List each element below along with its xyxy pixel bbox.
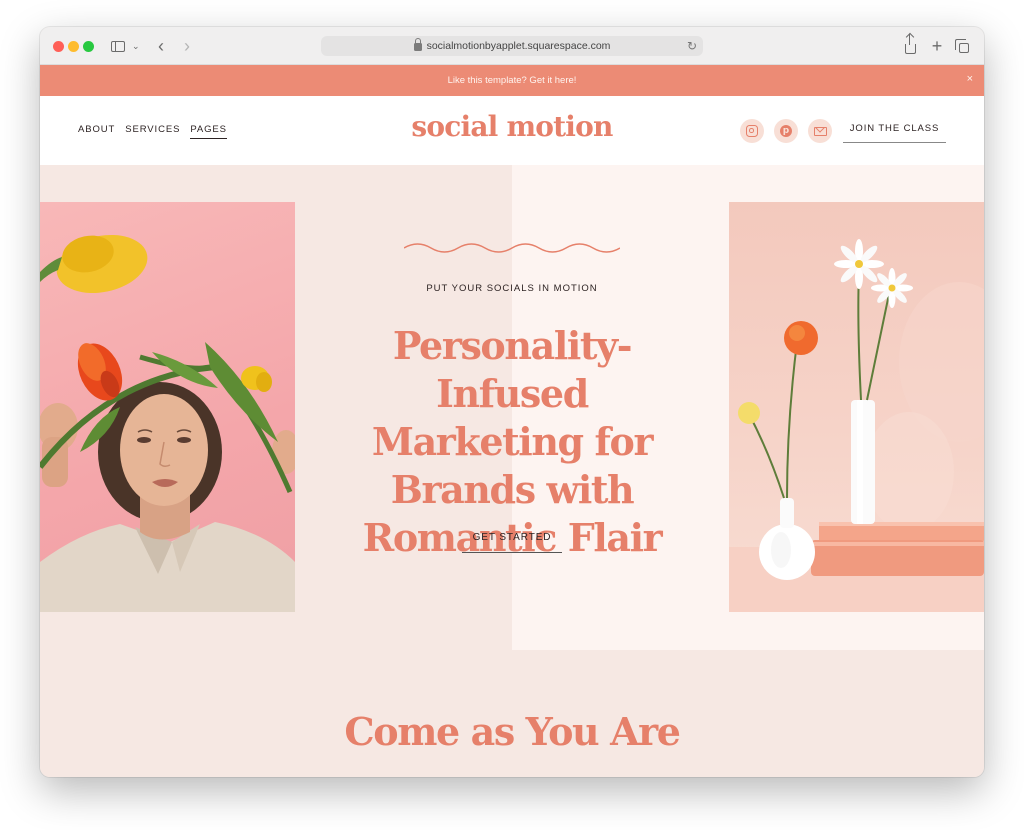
section-title: Come as You Are	[344, 709, 681, 754]
minimize-window-button[interactable]	[68, 41, 79, 52]
wave-divider-icon	[404, 243, 620, 253]
sidebar-icon[interactable]	[110, 36, 126, 56]
plus-icon[interactable]: +	[929, 36, 945, 56]
tabs-icon[interactable]	[954, 36, 970, 56]
reload-icon[interactable]: ↻	[687, 39, 697, 53]
share-icon[interactable]	[902, 34, 918, 56]
instagram-icon[interactable]	[740, 119, 764, 143]
join-the-class-button[interactable]: JOIN THE CLASS	[843, 119, 946, 143]
close-window-button[interactable]	[53, 41, 64, 52]
close-icon[interactable]: ×	[967, 73, 973, 85]
lock-icon	[413, 38, 422, 51]
hero-photo-vases	[729, 202, 984, 612]
chevron-down-icon[interactable]: ⌄	[132, 36, 140, 56]
pinterest-icon[interactable]: p	[774, 119, 798, 143]
forward-icon[interactable]: ›	[180, 36, 194, 56]
mail-icon[interactable]	[808, 119, 832, 143]
announcement-bar[interactable]: Like this template? Get it here! ×	[40, 65, 984, 96]
hero-eyebrow: PUT YOUR SOCIALS IN MOTION	[426, 283, 598, 294]
back-icon[interactable]: ‹	[154, 36, 168, 56]
browser-toolbar: ⌄ ‹ › socialmotionbyapplet.squarespace.c…	[40, 27, 984, 65]
zoom-window-button[interactable]	[83, 41, 94, 52]
announcement-text[interactable]: Like this template? Get it here!	[448, 75, 577, 86]
url-text: socialmotionbyapplet.squarespace.com	[426, 40, 611, 52]
hero-photo-woman-tulips	[40, 202, 295, 612]
get-started-button[interactable]: GET STARTED	[462, 529, 562, 553]
browser-window: ⌄ ‹ › socialmotionbyapplet.squarespace.c…	[40, 27, 984, 777]
address-bar[interactable]: socialmotionbyapplet.squarespace.com ↻	[321, 36, 703, 56]
hero-section: PUT YOUR SOCIALS IN MOTION Personality-I…	[40, 165, 984, 777]
hero-headline: Personality-Infused Marketing for Brands…	[362, 323, 663, 560]
site-header: ABOUT SERVICES PAGES social motion p JOI…	[40, 96, 984, 165]
